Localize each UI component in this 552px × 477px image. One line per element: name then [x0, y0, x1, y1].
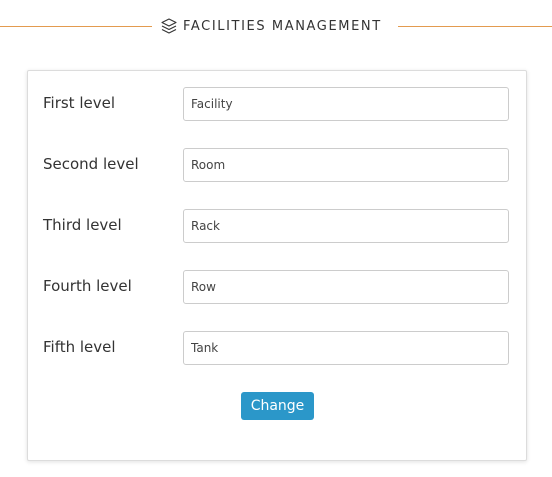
level-row-fifth: Fifth level — [28, 331, 526, 365]
header-title-group: FACILITIES MANAGEMENT — [160, 15, 382, 37]
header-divider-left — [0, 26, 152, 27]
level-row-second: Second level — [28, 148, 526, 182]
layers-icon — [160, 17, 178, 35]
fourth-level-label: Fourth level — [43, 277, 132, 295]
fifth-level-label: Fifth level — [43, 338, 116, 356]
section-header: FACILITIES MANAGEMENT — [0, 15, 552, 37]
level-row-first: First level — [28, 87, 526, 121]
second-level-input[interactable] — [183, 148, 509, 182]
third-level-label: Third level — [43, 216, 122, 234]
level-row-fourth: Fourth level — [28, 270, 526, 304]
levels-panel: First level Second level Third level Fou… — [27, 70, 527, 461]
page-title: FACILITIES MANAGEMENT — [183, 18, 382, 34]
first-level-label: First level — [43, 94, 116, 112]
second-level-label: Second level — [43, 155, 139, 173]
level-row-third: Third level — [28, 209, 526, 243]
fourth-level-input[interactable] — [183, 270, 509, 304]
first-level-input[interactable] — [183, 87, 509, 121]
fifth-level-input[interactable] — [183, 331, 509, 365]
third-level-input[interactable] — [183, 209, 509, 243]
header-divider-right — [398, 26, 552, 27]
change-button[interactable]: Change — [241, 392, 314, 420]
